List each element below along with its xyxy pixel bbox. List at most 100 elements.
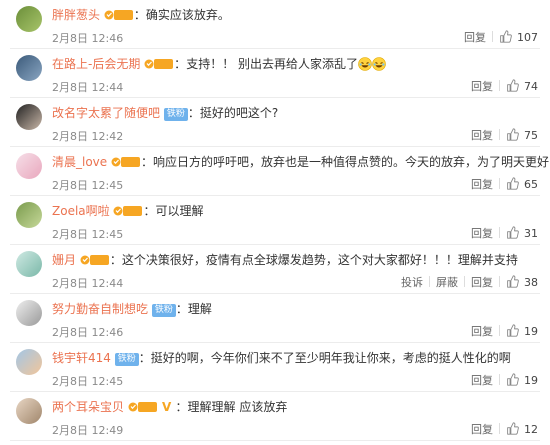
comment-text: 理解理解 应该放弃 <box>187 400 288 414</box>
fan-badge-icon[interactable] <box>128 401 158 413</box>
like-button[interactable]: 19 <box>500 324 538 338</box>
comment-content: 钱宇轩414 铁粉 ：挺好的啊，今年你们来不了至少明年我让你来，考虑的挺人性化的啊 <box>52 350 540 366</box>
fan-badge-icon[interactable] <box>80 254 110 266</box>
comment-text: 挺好的啊，今年你们来不了至少明年我让你来，考虑的挺人性化的啊 <box>150 351 511 365</box>
colon: ： <box>138 351 151 365</box>
comment-item: 努力勤奋自制想吃 铁粉 ：理解 2月8日 12:46 回复 19 <box>0 294 550 343</box>
like-count: 107 <box>517 31 538 44</box>
comment-item: 清晨_love ：响应日方的呼吁吧，放弃也是一种值得点赞的。今天的放弃，为了明天… <box>0 147 550 196</box>
comment-item: 在路上-后会无期 ：支持！！ 别出去再给人家添乱了 2月8日 12:44 回复 74 <box>0 49 550 98</box>
colon: ： <box>175 302 188 316</box>
comment-timestamp: 2月8日 12:45 <box>52 375 124 388</box>
comment-timestamp: 2月8日 12:44 <box>52 277 124 290</box>
comment-timestamp: 2月8日 12:46 <box>52 326 124 339</box>
colon: ： <box>174 57 187 71</box>
username-link[interactable]: 努力勤奋自制想吃 <box>52 302 148 316</box>
thumbs-up-icon <box>506 324 519 338</box>
comment-item: 钱宇轩414 铁粉 ：挺好的啊，今年你们来不了至少明年我让你来，考虑的挺人性化的啊… <box>0 343 550 392</box>
avatar[interactable] <box>16 55 42 81</box>
thumbs-up-icon <box>506 373 519 387</box>
comment-actions: 回复 75 <box>465 127 538 143</box>
fan-badge-icon[interactable] <box>113 205 143 217</box>
comment-timestamp: 2月8日 12:44 <box>52 81 124 94</box>
comment-actions: 回复 65 <box>465 176 538 192</box>
comment-content: 两个耳朵宝贝 V ：理解理解 应该放弃 <box>52 399 540 415</box>
comment-text: 理解 <box>187 302 212 316</box>
avatar[interactable] <box>16 6 42 32</box>
thumbs-up-icon <box>506 275 519 289</box>
avatar[interactable] <box>16 251 42 277</box>
like-count: 19 <box>524 374 538 387</box>
username-link[interactable]: 两个耳朵宝贝 <box>52 400 124 414</box>
avatar[interactable] <box>16 202 42 228</box>
action-0-button[interactable]: 回复 <box>465 421 499 437</box>
action-0-button[interactable]: 回复 <box>465 78 499 94</box>
v-badge-icon: V <box>157 400 176 414</box>
comment-actions: 回复 31 <box>465 225 538 241</box>
avatar[interactable] <box>16 153 42 179</box>
like-count: 65 <box>524 178 538 191</box>
like-button[interactable]: 107 <box>493 30 538 44</box>
username-link[interactable]: 清晨_love <box>52 155 107 169</box>
comment-timestamp: 2月8日 12:46 <box>52 32 124 45</box>
fan-badge-icon[interactable]: 铁粉 <box>114 353 139 366</box>
like-button[interactable]: 74 <box>500 79 538 93</box>
action-0-button[interactable]: 回复 <box>465 372 499 388</box>
action-0-button[interactable]: 回复 <box>458 29 492 45</box>
comment-actions: 回复 107 <box>458 29 538 45</box>
username-link[interactable]: 在路上-后会无期 <box>52 57 140 71</box>
action-0-button[interactable]: 回复 <box>465 127 499 143</box>
laughing-emoji-icon <box>358 57 386 75</box>
like-button[interactable]: 65 <box>500 177 538 191</box>
like-button[interactable]: 75 <box>500 128 538 142</box>
comment-content: 在路上-后会无期 ：支持！！ 别出去再给人家添乱了 <box>52 56 540 75</box>
fan-badge-icon[interactable] <box>104 9 134 21</box>
fan-badge-icon[interactable]: 铁粉 <box>163 108 188 121</box>
comment-timestamp: 2月8日 12:45 <box>52 228 124 241</box>
like-button[interactable]: 19 <box>500 373 538 387</box>
comment-text: 可以理解 <box>155 204 204 218</box>
username-link[interactable]: 姗月 <box>52 253 76 267</box>
comment-text: 确实应该放弃。 <box>145 8 230 22</box>
comment-item: 改名字太累了随便吧 铁粉 ：挺好的吧这个? 2月8日 12:42 回复 75 <box>0 98 550 147</box>
comment-content: 姗月 ：这个决策很好，疫情有点全球爆发趋势，这个对大家都好！！！理解并支持 <box>52 252 540 268</box>
like-button[interactable]: 38 <box>500 275 538 289</box>
username-link[interactable]: 胖胖葱头 <box>52 8 100 22</box>
comment-item: 两个耳朵宝贝 V ：理解理解 应该放弃 2月8日 12:49 回复 12 <box>0 392 550 441</box>
fan-badge-icon[interactable] <box>144 58 174 70</box>
avatar[interactable] <box>16 398 42 424</box>
action-2-button[interactable]: 回复 <box>465 274 499 290</box>
comment-actions: 回复 19 <box>465 372 538 388</box>
fan-badge-icon[interactable] <box>111 156 141 168</box>
action-0-button[interactable]: 回复 <box>465 323 499 339</box>
comment-content: 改名字太累了随便吧 铁粉 ：挺好的吧这个? <box>52 105 540 121</box>
avatar[interactable] <box>16 349 42 375</box>
comment-actions: 回复 74 <box>465 78 538 94</box>
username-link[interactable]: 改名字太累了随便吧 <box>52 106 160 120</box>
action-0-button[interactable]: 投诉 <box>395 274 429 290</box>
comment-text: 支持！！ 别出去再给人家添乱了 <box>186 57 359 71</box>
action-0-button[interactable]: 回复 <box>465 225 499 241</box>
comment-content: 努力勤奋自制想吃 铁粉 ：理解 <box>52 301 540 317</box>
avatar[interactable] <box>16 300 42 326</box>
fan-badge-icon[interactable]: 铁粉 <box>151 304 176 317</box>
action-1-button[interactable]: 屏蔽 <box>430 274 464 290</box>
comment-content: 清晨_love ：响应日方的呼吁吧，放弃也是一种值得点赞的。今天的放弃，为了明天… <box>52 154 550 170</box>
like-count: 75 <box>524 129 538 142</box>
username-link[interactable]: Zoela啊啦 <box>52 204 110 218</box>
action-0-button[interactable]: 回复 <box>465 176 499 192</box>
comment-text: 这个决策很好，疫情有点全球爆发趋势，这个对大家都好！！！理解并支持 <box>121 253 518 267</box>
comment-content: 胖胖葱头 ：确实应该放弃。 <box>52 7 540 23</box>
like-button[interactable]: 31 <box>500 226 538 240</box>
like-count: 38 <box>524 276 538 289</box>
comment-timestamp: 2月8日 12:45 <box>52 179 124 192</box>
comment-item: 姗月 ：这个决策很好，疫情有点全球爆发趋势，这个对大家都好！！！理解并支持 2月8… <box>0 245 550 294</box>
username-link[interactable]: 钱宇轩414 <box>52 351 111 365</box>
colon: ： <box>187 106 200 120</box>
like-count: 12 <box>524 423 538 436</box>
comment-text: 挺好的吧这个? <box>199 106 279 120</box>
comment-timestamp: 2月8日 12:42 <box>52 130 124 143</box>
like-button[interactable]: 12 <box>500 422 538 436</box>
like-count: 19 <box>524 325 538 338</box>
avatar[interactable] <box>16 104 42 130</box>
